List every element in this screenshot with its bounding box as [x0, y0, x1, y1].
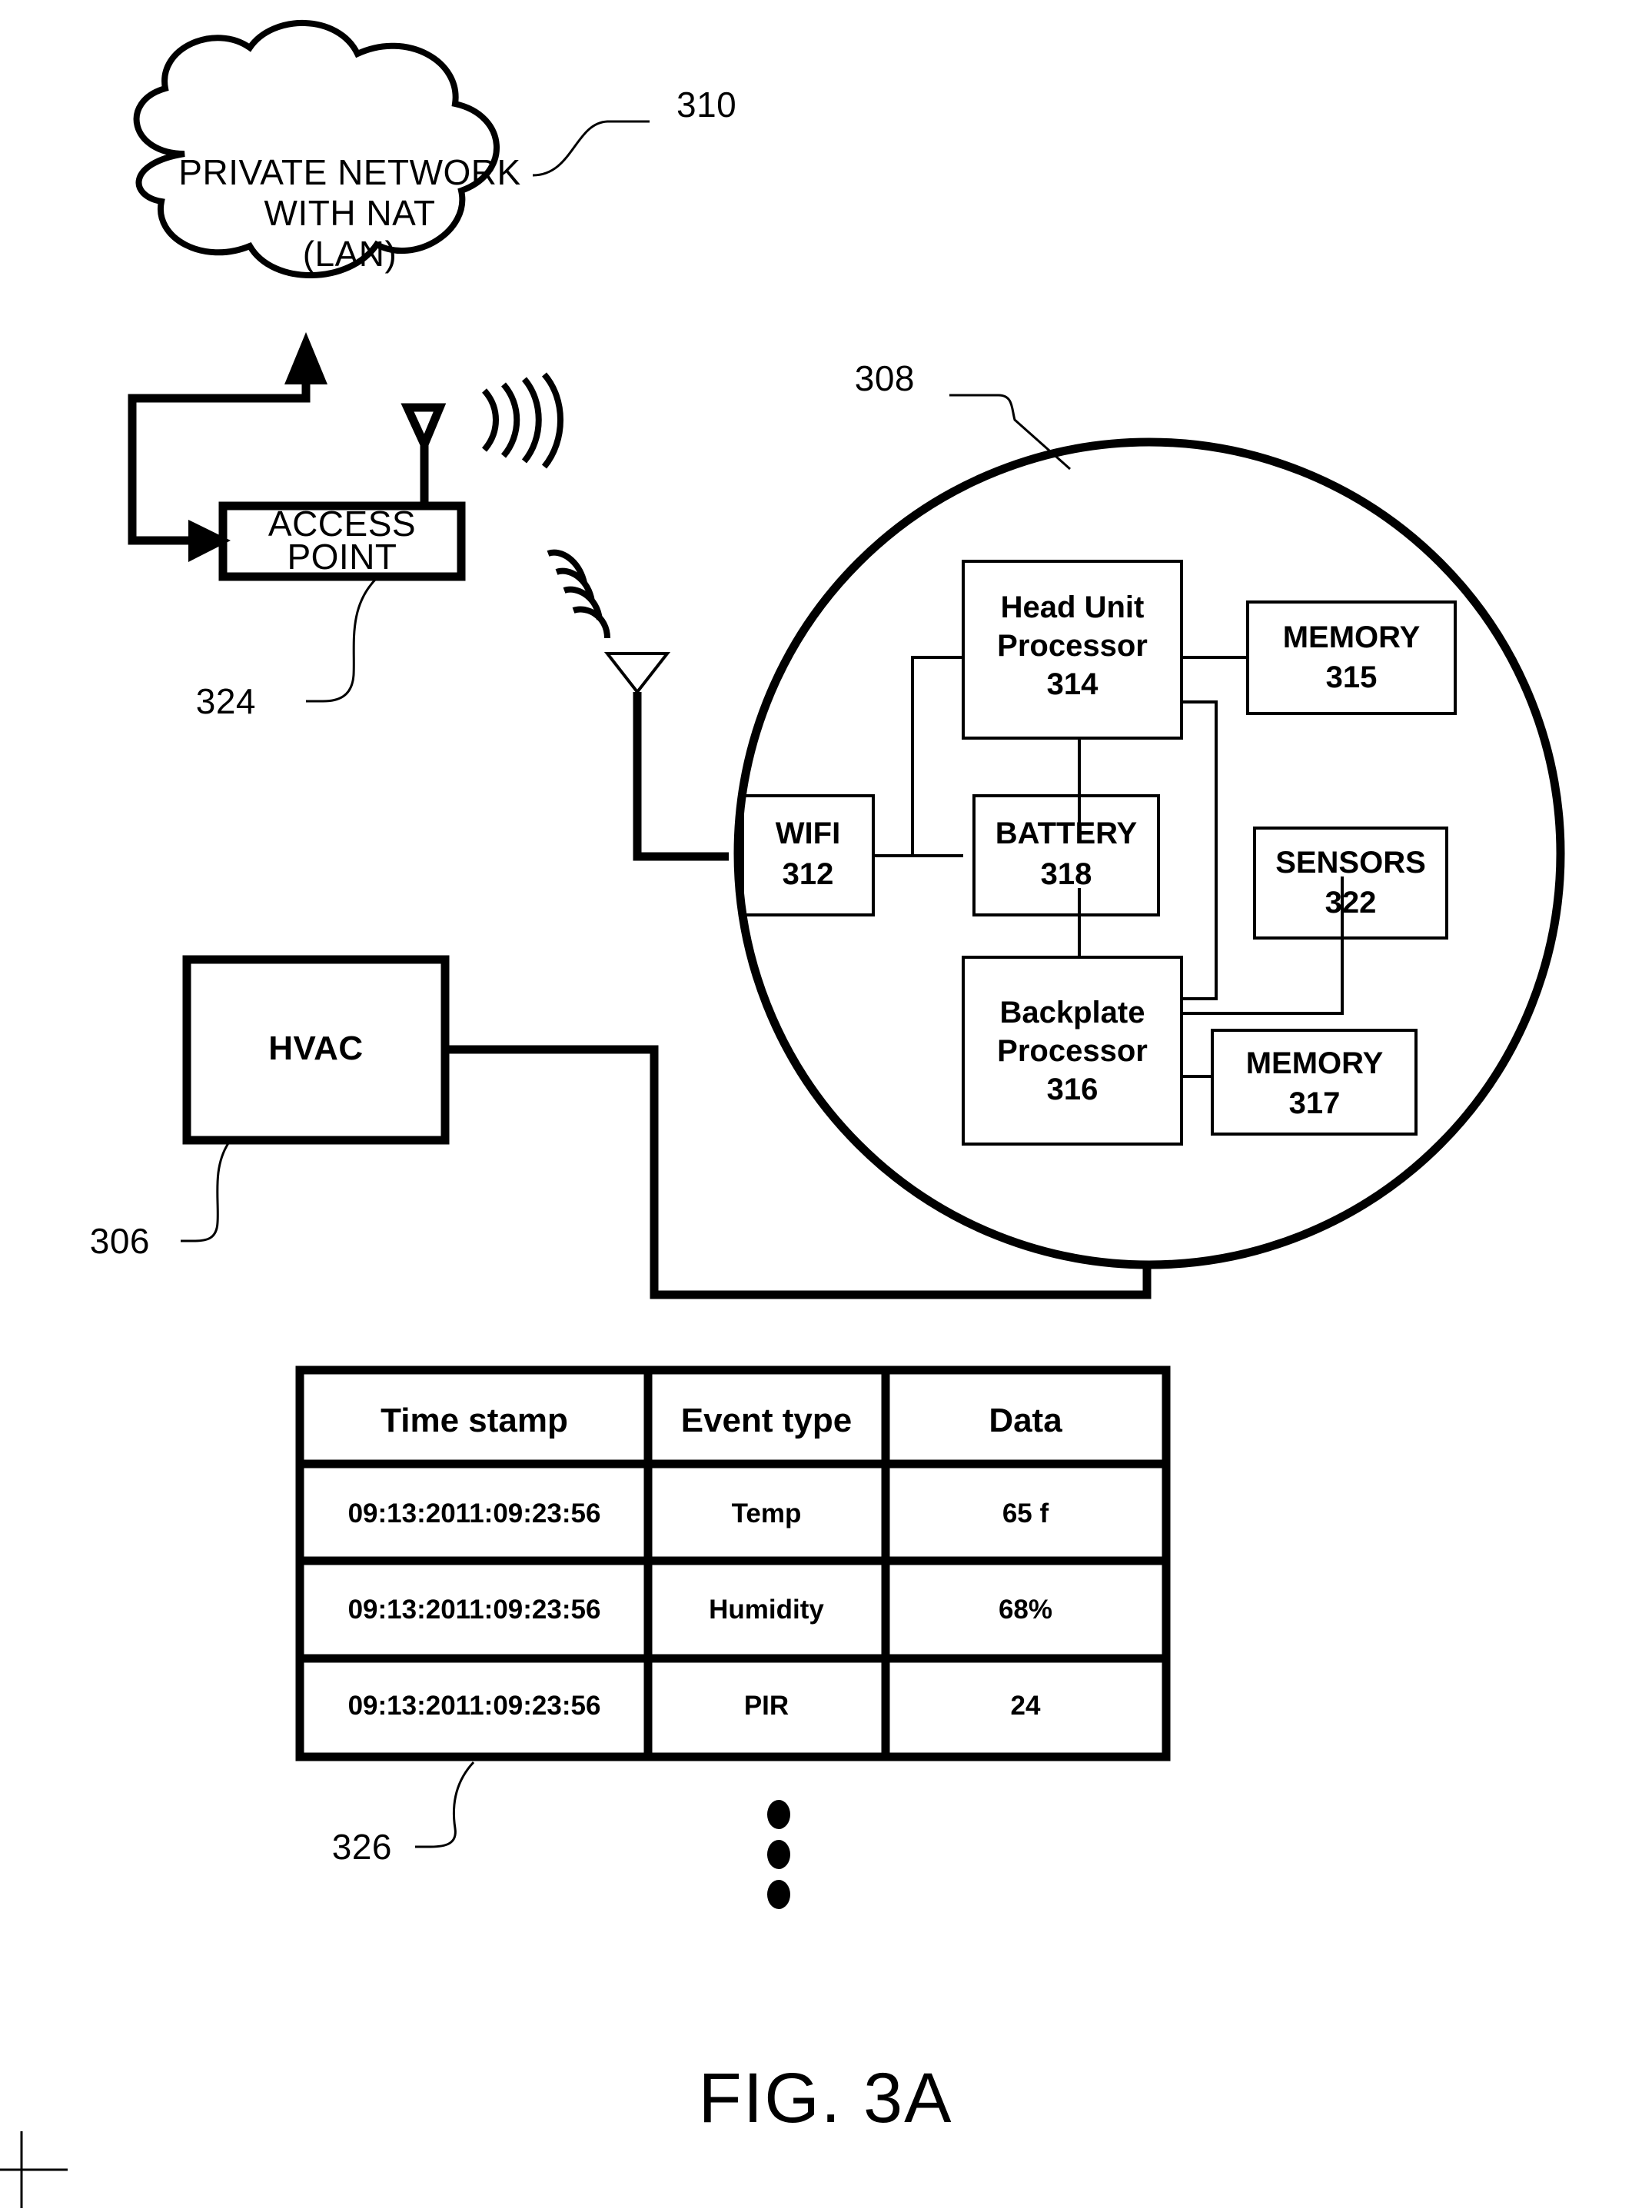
cloud-label-line3: (LAN) — [303, 234, 397, 274]
row3-time-stamp: 09:13:2011:09:23:56 — [348, 1691, 601, 1721]
block-memory-315[interactable]: MEMORY 315 — [1246, 600, 1457, 715]
thermostat-ref-leader: 308 — [855, 358, 1071, 471]
block-wifi-312[interactable]: WIFI 312 — [741, 794, 875, 916]
event-log-row-3: 09:13:2011:09:23:56 PIR 24 — [348, 1691, 1041, 1721]
wifi-label: WIFI — [776, 817, 840, 850]
header-data: Data — [989, 1402, 1062, 1439]
wifi-ref: 312 — [783, 857, 834, 891]
block-head-unit-processor[interactable]: Head Unit Processor 314 — [962, 560, 1183, 740]
cloud-to-ap-arrow — [128, 520, 231, 562]
row1-data: 65 f — [1002, 1499, 1049, 1528]
row1-time-stamp: 09:13:2011:09:23:56 — [348, 1499, 601, 1528]
access-point-ref-leader: 324 — [196, 577, 378, 721]
block-battery-318[interactable]: BATTERY 318 — [972, 794, 1160, 916]
cloud-label-line2: WITH NAT — [264, 193, 436, 233]
access-point-box[interactable]: ACCESS POINT — [218, 501, 466, 581]
sensors-label: SENSORS — [1275, 846, 1426, 880]
row2-data: 68% — [999, 1595, 1052, 1625]
head-unit-processor-line2: Processor — [997, 629, 1148, 663]
row2-event-type: Humidity — [709, 1595, 824, 1625]
sensors-ref: 322 — [1325, 886, 1377, 920]
event-log-header-row: Time stamp Event type Data — [381, 1402, 1062, 1439]
event-log-row-2: 09:13:2011:09:23:56 Humidity 68% — [348, 1595, 1052, 1625]
arrow-head-up — [284, 332, 327, 384]
head-unit-processor-line1: Head Unit — [1001, 590, 1145, 624]
head-unit-processor-ref: 314 — [1047, 667, 1099, 701]
hvac-ref-number: 306 — [90, 1221, 150, 1261]
cloud-ref-number: 310 — [676, 85, 736, 125]
patent-figure-page: PRIVATE NETWORK WITH NAT (LAN) 310 ACCES… — [0, 0, 1652, 2212]
memory-317-ref: 317 — [1289, 1086, 1341, 1120]
hvac-ref-leader: 306 — [90, 1143, 230, 1261]
battery-label: BATTERY — [996, 817, 1138, 850]
block-memory-317[interactable]: MEMORY 317 — [1211, 1029, 1418, 1136]
private-network-cloud: PRIVATE NETWORK WITH NAT (LAN) — [133, 20, 520, 278]
thermostat-antenna-icon — [547, 549, 729, 861]
block-backplate-processor[interactable]: Backplate Processor 316 — [962, 956, 1183, 1146]
header-time-stamp: Time stamp — [381, 1402, 568, 1439]
memory-315-ref: 315 — [1326, 660, 1378, 694]
battery-ref: 318 — [1041, 857, 1092, 891]
thermostat-ref-number: 308 — [855, 358, 915, 398]
row2-time-stamp: 09:13:2011:09:23:56 — [348, 1595, 601, 1625]
event-log-row-1: 09:13:2011:09:23:56 Temp 65 f — [348, 1499, 1049, 1528]
access-point-ref-number: 324 — [196, 681, 256, 721]
hvac-box[interactable]: HVAC — [182, 955, 450, 1145]
figure-3a-drawing: PRIVATE NETWORK WITH NAT (LAN) 310 ACCES… — [0, 20, 1565, 2208]
figure-caption: FIG. 3A — [699, 2059, 953, 2137]
row3-data: 24 — [1011, 1691, 1041, 1721]
hvac-label: HVAC — [268, 1029, 363, 1067]
backplate-processor-line2: Processor — [997, 1034, 1148, 1068]
registration-crosshair-icon — [0, 2131, 68, 2208]
row1-event-type: Temp — [732, 1499, 802, 1528]
hvac-to-thermostat-line — [445, 1045, 1152, 1299]
access-point-antenna-icon — [401, 372, 563, 506]
memory-317-label: MEMORY — [1246, 1046, 1384, 1080]
header-event-type: Event type — [681, 1402, 853, 1439]
memory-315-label: MEMORY — [1283, 620, 1421, 654]
row3-event-type: PIR — [744, 1691, 789, 1721]
access-point-label-line2: POINT — [287, 537, 397, 577]
backplate-processor-line1: Backplate — [1000, 996, 1145, 1029]
table-ref-leader: 326 — [332, 1761, 475, 1867]
vertical-ellipsis-icon — [767, 1800, 790, 1909]
cloud-label-line1: PRIVATE NETWORK — [178, 152, 520, 192]
table-ref-number: 326 — [332, 1827, 392, 1867]
thermostat-circle — [733, 437, 1565, 1269]
backplate-processor-ref: 316 — [1047, 1073, 1099, 1106]
block-sensors-322[interactable]: SENSORS 322 — [1253, 827, 1448, 940]
cloud-ref-leader: 310 — [532, 85, 736, 177]
